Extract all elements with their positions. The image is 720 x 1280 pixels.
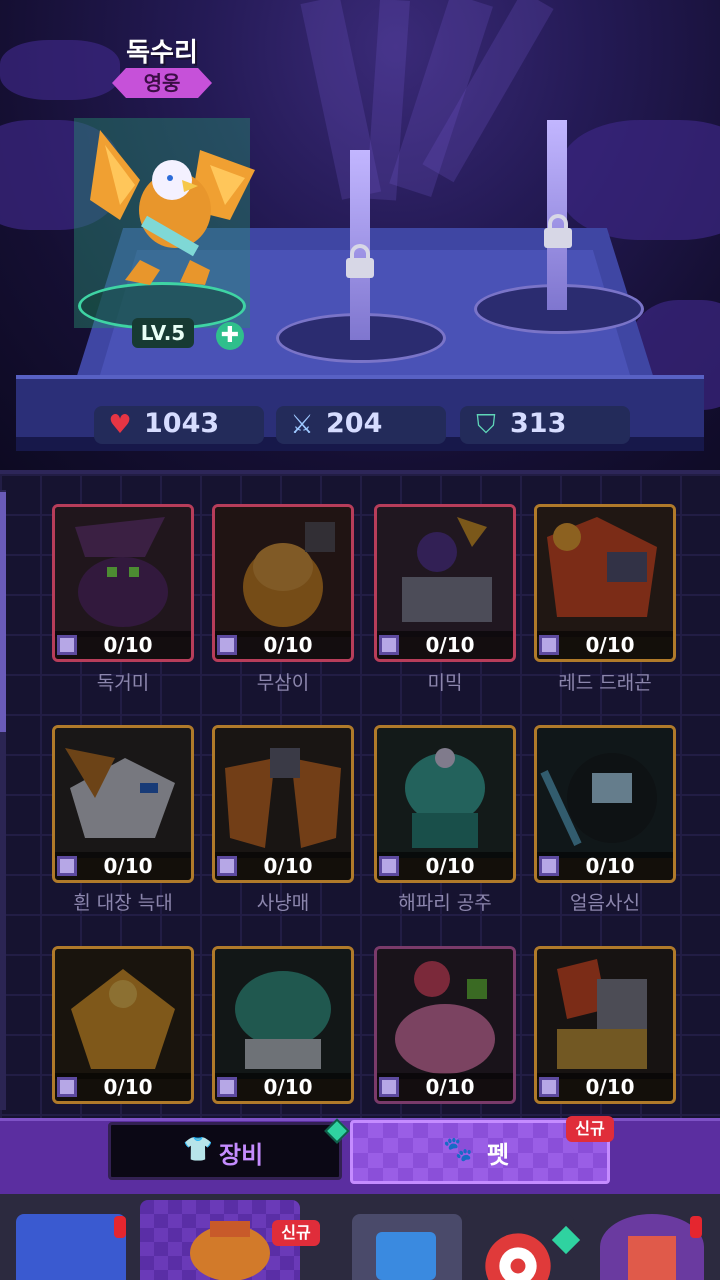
paw-icon: 🐾 bbox=[443, 1135, 473, 1163]
sword-icon: ⚔ bbox=[290, 410, 314, 440]
red-dragon-pet-art bbox=[537, 507, 673, 637]
shard-icon bbox=[379, 856, 399, 876]
shard-icon bbox=[379, 1077, 399, 1097]
hp-stat: ♥ 1043 bbox=[94, 406, 264, 444]
pet-name-label: 무삼이 bbox=[256, 672, 310, 694]
shard-icon bbox=[57, 856, 77, 876]
lock-icon[interactable] bbox=[541, 214, 575, 248]
pet-card-green-beast[interactable]: 0/10 bbox=[212, 946, 354, 1104]
pet-card-mimic[interactable]: 0/10 bbox=[374, 504, 516, 662]
alert-pip bbox=[114, 1216, 126, 1238]
nav-chest-button[interactable] bbox=[16, 1214, 126, 1280]
pet-name-label: 사냥매 bbox=[256, 892, 310, 914]
shard-icon bbox=[57, 635, 77, 655]
tab-equipment[interactable]: 👕 장비 bbox=[108, 1122, 342, 1180]
lock-icon[interactable] bbox=[343, 244, 377, 278]
shard-icon bbox=[217, 635, 237, 655]
scrollbar-thumb[interactable] bbox=[0, 492, 6, 732]
spider-pet-art bbox=[55, 507, 191, 637]
dog-pet-art bbox=[215, 507, 351, 637]
shard-icon bbox=[539, 1077, 559, 1097]
shard-icon bbox=[57, 1077, 77, 1097]
pet-card-ice-reaper[interactable]: 0/10 bbox=[534, 725, 676, 883]
pet-name-label: 독거미 bbox=[96, 672, 150, 694]
pet-card-spider[interactable]: 0/10 bbox=[52, 504, 194, 662]
tab-equipment-label: 장비 bbox=[219, 1141, 264, 1169]
attack-value: 204 bbox=[326, 408, 383, 439]
white-wolf-pet-art bbox=[55, 728, 191, 858]
pet-card-armored-beast[interactable]: 0/10 bbox=[534, 946, 676, 1104]
dungeon-gate-icon bbox=[628, 1236, 676, 1280]
nav-dungeon-button[interactable] bbox=[600, 1214, 704, 1280]
nav-target-button[interactable] bbox=[464, 1214, 574, 1280]
ice-reaper-pet-art bbox=[537, 728, 673, 858]
shard-icon bbox=[217, 1077, 237, 1097]
pet-card-red-dragon[interactable]: 0/10 bbox=[534, 504, 676, 662]
phoenix-pet-art bbox=[55, 949, 191, 1079]
shirt-icon: 👕 bbox=[183, 1135, 213, 1163]
eagle-pet-sprite[interactable] bbox=[80, 110, 270, 300]
green-beast-pet-art bbox=[215, 949, 351, 1079]
rarity-badge: 영웅 bbox=[112, 68, 212, 98]
pet-card-white-wolf[interactable]: 0/10 bbox=[52, 725, 194, 883]
defense-stat: ⛉ 313 bbox=[460, 406, 630, 444]
new-badge: 신규 bbox=[566, 1116, 614, 1142]
defense-value: 313 bbox=[510, 408, 567, 439]
upgrade-arrow-icon[interactable]: ✚ bbox=[216, 322, 244, 350]
hp-value: 1043 bbox=[144, 408, 220, 439]
portal-icon bbox=[376, 1232, 436, 1280]
heart-icon: ♥ bbox=[108, 410, 132, 440]
tab-pet-label: 펫 bbox=[487, 1141, 510, 1169]
pet-name-label: 얼음사신 bbox=[570, 892, 640, 914]
mimic-pet-art bbox=[377, 507, 513, 637]
jellyfish-pet-art bbox=[377, 728, 513, 858]
target-icon bbox=[485, 1233, 551, 1280]
pet-card-flower[interactable]: 0/10 bbox=[374, 946, 516, 1104]
flower-pet-art bbox=[377, 949, 513, 1079]
pet-nav-icon bbox=[190, 1221, 270, 1280]
alert-pip bbox=[690, 1216, 702, 1238]
pet-card-phoenix[interactable]: 0/10 bbox=[52, 946, 194, 1104]
pet-level-badge: LV.5 bbox=[132, 318, 194, 348]
attack-stat: ⚔ 204 bbox=[276, 406, 446, 444]
new-badge: 신규 bbox=[272, 1220, 320, 1246]
pet-card-hunting-hawk[interactable]: 0/10 bbox=[212, 725, 354, 883]
armored-beast-pet-art bbox=[537, 949, 673, 1079]
pet-name-label: 레드 드래곤 bbox=[558, 672, 652, 694]
rarity-label: 영웅 bbox=[143, 71, 181, 95]
pet-name-label: 흰 대장 늑대 bbox=[73, 892, 173, 914]
shield-icon: ⛉ bbox=[476, 410, 496, 440]
shard-icon bbox=[539, 856, 559, 876]
pet-name-label: 해파리 공주 bbox=[398, 892, 492, 914]
shard-icon bbox=[379, 635, 399, 655]
pet-name-label: 미믹 bbox=[427, 672, 463, 694]
shard-icon bbox=[217, 856, 237, 876]
pet-card-musami[interactable]: 0/10 bbox=[212, 504, 354, 662]
pet-card-jellyfish-princess[interactable]: 0/10 bbox=[374, 725, 516, 883]
nav-portal-button[interactable] bbox=[352, 1214, 462, 1280]
selected-pet-name: 독수리 bbox=[126, 38, 198, 68]
hawk-pet-art bbox=[215, 728, 351, 858]
shard-icon bbox=[539, 635, 559, 655]
